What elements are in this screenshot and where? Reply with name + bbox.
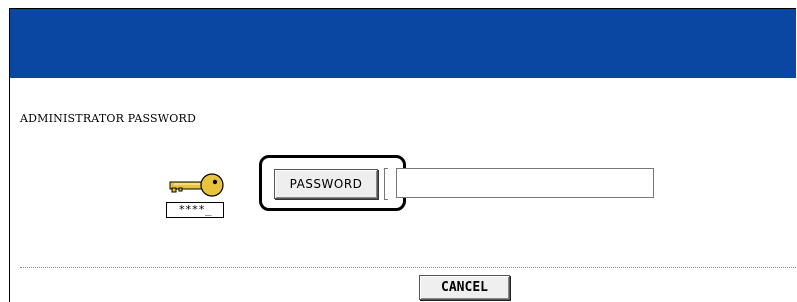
- masked-password-box: ****_: [166, 202, 224, 218]
- field-bracket: [384, 168, 388, 200]
- header-banner: [10, 9, 796, 78]
- admin-password-screen: ADMINISTRATOR PASSWORD ****_ PASSWORD CA…: [9, 8, 796, 302]
- key-icon: ****_: [166, 171, 228, 223]
- key-graphic: [169, 173, 224, 197]
- footer-divider: [20, 267, 796, 268]
- page-title: ADMINISTRATOR PASSWORD: [20, 112, 197, 125]
- cancel-button[interactable]: CANCEL: [419, 275, 510, 300]
- password-button[interactable]: PASSWORD: [274, 169, 378, 199]
- password-field[interactable]: [396, 168, 654, 198]
